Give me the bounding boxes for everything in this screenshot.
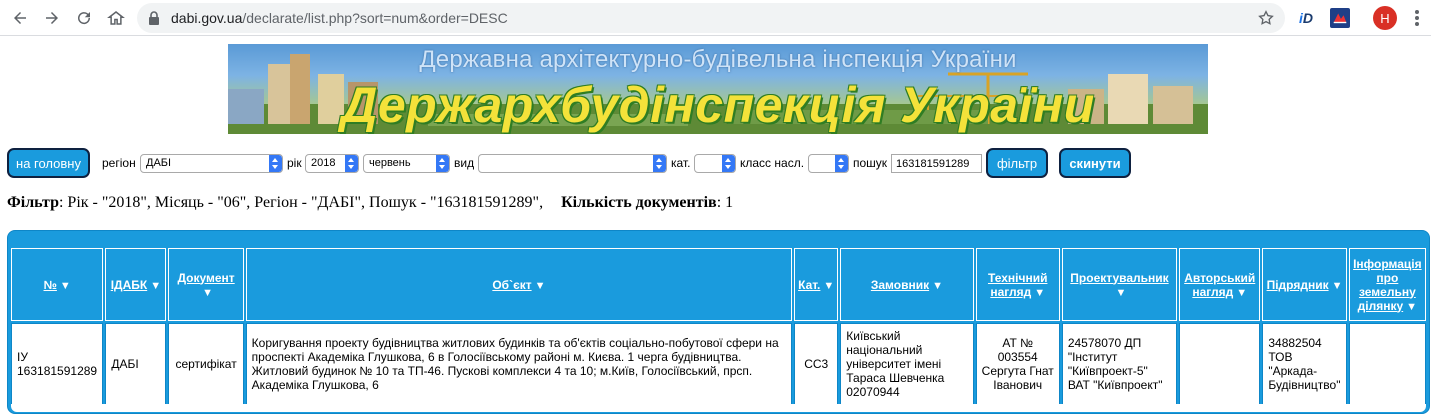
lock-icon: [149, 11, 159, 25]
sort-down-icon: ▼: [1034, 286, 1046, 299]
reload-icon[interactable]: [72, 6, 96, 30]
cell-tech-supervision: АТ № 003554 Сергута Гнат Іванович: [975, 323, 1060, 405]
sort-down-icon: ▼: [1406, 300, 1418, 313]
region-select[interactable]: ДАБІ: [140, 154, 283, 173]
cell-land-info: [1348, 323, 1426, 405]
header-label: Об`єкт: [492, 277, 532, 292]
cell-customer: Київський національний університет імені…: [840, 323, 974, 405]
home-button[interactable]: на головну: [7, 148, 90, 178]
url-text: dabi.gov.ua/declarate/list.php?sort=num&…: [171, 10, 508, 26]
forward-arrow-icon[interactable]: [40, 6, 64, 30]
extension-id-icon[interactable]: iD: [1296, 8, 1316, 28]
header-customer[interactable]: Замовник ▼: [840, 248, 974, 321]
type-label: вид: [454, 156, 475, 170]
header-designer[interactable]: Проектувальник▼: [1061, 248, 1178, 321]
cell-category: СС3: [794, 323, 839, 405]
header-idabk[interactable]: ІДАБК ▼: [105, 248, 167, 321]
back-arrow-icon[interactable]: [8, 6, 32, 30]
sort-down-icon: ▼: [202, 286, 214, 299]
banner-subtitle: Державна архітектурно-будівельна інспекц…: [419, 46, 1017, 73]
cell-designer: 24578070 ДП "Інститут "Київпроект-5" ВАТ…: [1061, 323, 1178, 405]
results-table: № ▼ ІДАБК ▼ Документ▼ Об`єкт ▼ Кат. ▼ Замовн…: [9, 246, 1428, 407]
site-banner: Державна архітектурно-будівельна інспекц…: [228, 44, 1208, 134]
year-label: рік: [287, 156, 302, 170]
year-select-value: 2018: [311, 157, 336, 169]
sort-down-icon: ▼: [1115, 286, 1127, 299]
header-label: ІДАБК: [110, 277, 148, 292]
chevron-updown-icon: [835, 155, 848, 172]
sort-down-icon: ▼: [534, 279, 546, 292]
sort-down-icon: ▼: [59, 279, 71, 292]
results-table-panel: № ▼ ІДАБК ▼ Документ▼ Об`єкт ▼ Кат. ▼ Замовн…: [7, 230, 1430, 414]
document-count-value: : 1: [716, 194, 734, 211]
header-label: №: [43, 277, 57, 292]
filter-summary-label: Фільтр: [7, 194, 59, 211]
search-input[interactable]: [891, 154, 982, 173]
banner-title: Держархбудінспекція України: [341, 77, 1095, 133]
header-object[interactable]: Об`єкт ▼: [245, 248, 793, 321]
category-select[interactable]: [694, 154, 736, 173]
home-icon[interactable]: [104, 6, 128, 30]
header-tech-supervision[interactable]: Технічний нагляд ▼: [975, 248, 1060, 321]
region-label: регіон: [102, 156, 136, 170]
search-label: пошук: [853, 156, 888, 170]
url-path: /declarate/list.php?sort=num&order=DESC: [242, 10, 508, 26]
chevron-updown-icon: [436, 155, 449, 172]
bookmark-star-icon[interactable]: [1257, 9, 1275, 27]
class-select[interactable]: [808, 154, 849, 173]
table-row[interactable]: ІУ 163181591289 ДАБІ сертифікат Коригува…: [11, 323, 1426, 405]
category-label: кат.: [671, 156, 691, 170]
chevron-updown-icon: [722, 155, 735, 172]
profile-avatar[interactable]: H: [1373, 6, 1397, 30]
header-label: Підрядник: [1266, 277, 1329, 292]
table-footer-strip: [11, 404, 1426, 412]
header-category[interactable]: Кат. ▼: [794, 248, 839, 321]
sort-down-icon: ▼: [1236, 286, 1248, 299]
cell-object: Коригування проекту будівництва житлових…: [245, 323, 793, 405]
filter-summary-text: : Рік - "2018", Місяць - "06", Регіон - …: [58, 194, 544, 211]
filter-button[interactable]: фільтр: [986, 148, 1048, 178]
url-host: dabi.gov.ua: [171, 10, 243, 26]
filter-summary: Фільтр: Рік - "2018", Місяць - "06", Рег…: [7, 194, 733, 212]
extension-icon[interactable]: [1330, 8, 1350, 28]
header-label: Замовник: [870, 277, 930, 292]
sort-down-icon: ▼: [932, 279, 943, 292]
cell-document: сертифікат: [168, 323, 244, 405]
month-select-value: червень: [369, 157, 411, 169]
chevron-updown-icon: [653, 155, 666, 172]
header-label: Кат.: [798, 277, 821, 292]
header-document[interactable]: Документ▼: [168, 248, 244, 321]
class-label: класс насл.: [740, 156, 805, 170]
more-menu-icon[interactable]: [1410, 8, 1424, 28]
year-select[interactable]: 2018: [305, 154, 359, 173]
sort-down-icon: ▼: [823, 279, 835, 292]
header-land-info[interactable]: Інформація про земельну ділянку ▼: [1348, 248, 1426, 321]
region-select-value: ДАБІ: [146, 157, 172, 169]
header-num[interactable]: № ▼: [11, 248, 104, 321]
cell-idabk: ДАБІ: [105, 323, 167, 405]
browser-toolbar: dabi.gov.ua/declarate/list.php?sort=num&…: [0, 0, 1431, 36]
header-contractor[interactable]: Підрядник ▼: [1262, 248, 1347, 321]
cell-num: ІУ 163181591289: [11, 323, 104, 405]
header-label: Проектувальник: [1070, 270, 1169, 285]
sort-down-icon: ▼: [150, 279, 162, 292]
header-label: Документ: [177, 270, 235, 285]
cell-author-supervision: [1179, 323, 1261, 405]
month-select[interactable]: червень: [363, 154, 450, 173]
chevron-updown-icon: [345, 155, 358, 172]
header-author-supervision[interactable]: Авторський нагляд ▼: [1179, 248, 1261, 321]
ext-letter-d: D: [1302, 10, 1313, 26]
cell-contractor: 34882504 ТОВ "Аркада-Будівництво": [1262, 323, 1347, 405]
reset-button[interactable]: скинути: [1059, 148, 1131, 178]
document-count-label: Кількість документів: [561, 194, 717, 211]
chevron-updown-icon: [269, 155, 282, 172]
table-header-row: № ▼ ІДАБК ▼ Документ▼ Об`єкт ▼ Кат. ▼ Замовн…: [11, 248, 1426, 321]
type-select[interactable]: [478, 154, 667, 173]
address-bar[interactable]: dabi.gov.ua/declarate/list.php?sort=num&…: [137, 3, 1285, 33]
sort-down-icon: ▼: [1331, 279, 1343, 292]
